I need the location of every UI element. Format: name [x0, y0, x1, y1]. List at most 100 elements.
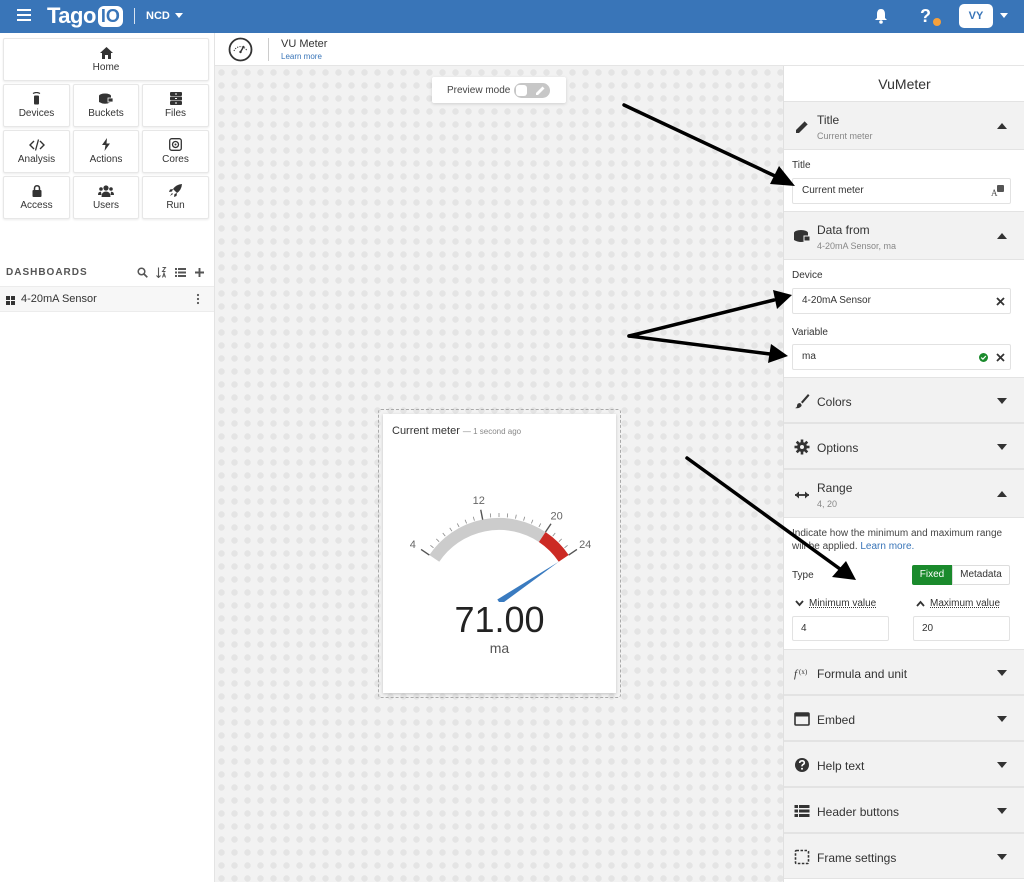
toggle-knob	[516, 85, 527, 96]
sidebar-item-label: Buckets	[88, 107, 124, 119]
search-icon[interactable]	[137, 267, 148, 278]
gauge-minor-tick	[456, 523, 460, 528]
range-description: Indicate how the minimum and maximum ran…	[792, 527, 1017, 553]
chevron-down-icon	[997, 444, 1007, 450]
section-frame-settings[interactable]: Frame settings	[784, 833, 1024, 879]
variable-field-label: Variable	[792, 327, 828, 338]
vu-meter-icon	[228, 37, 253, 62]
sidebar-item-run[interactable]: Run	[142, 176, 209, 219]
sidebar-item-devices[interactable]: Devices	[3, 84, 70, 127]
sidebar-item-users[interactable]: Users	[73, 176, 139, 219]
dashboard-item-4-20ma-sensor[interactable]: 4-20mA Sensor	[0, 286, 214, 312]
sidebar-item-cores[interactable]: Cores	[142, 130, 209, 173]
section-help-text-label: Help text	[817, 759, 865, 773]
range-learn-more-link[interactable]: Learn more.	[860, 541, 914, 552]
section-range-label: Range	[817, 481, 853, 495]
widget-title-text: Current meter	[392, 425, 460, 437]
window-icon	[794, 712, 810, 726]
section-formula-and-unit[interactable]: f (x) Formula and unit	[784, 649, 1024, 695]
section-data-from[interactable]: Data from 4-20mA Sensor, ma	[784, 211, 1024, 260]
chevron-down-icon	[997, 808, 1007, 814]
chevron-up-icon	[997, 491, 1007, 497]
gauge-minor-tick	[538, 523, 542, 528]
logo-text: Tago	[47, 3, 96, 28]
chevron-down-icon	[997, 854, 1007, 860]
close-icon[interactable]	[996, 297, 1005, 306]
title-field[interactable]: Current meter A	[792, 178, 1011, 204]
plus-icon[interactable]	[194, 267, 205, 278]
learn-more-link[interactable]: Learn more	[281, 52, 322, 61]
sidebar-item-label: Run	[166, 200, 185, 211]
sidebar-item-access[interactable]: Access	[3, 176, 70, 219]
sidebar-item-label: Files	[164, 108, 187, 119]
device-field-label: Device	[792, 270, 823, 281]
check-circle-icon	[979, 353, 988, 362]
chevron-down-icon	[997, 398, 1007, 404]
sidebar-item-files[interactable]: Files	[142, 84, 209, 127]
minimum-value-input[interactable]: 4	[792, 616, 889, 641]
section-options-label: Options	[817, 441, 859, 455]
bell-icon[interactable]	[874, 8, 888, 24]
sidebar-item-actions[interactable]: Actions	[73, 130, 139, 173]
sort-icon[interactable]	[156, 267, 167, 278]
section-embed[interactable]: Embed	[784, 695, 1024, 741]
gauge-minor-tick	[523, 516, 526, 521]
sidebar-item-home[interactable]: Home	[3, 38, 209, 81]
pencil-icon	[796, 120, 809, 133]
title-field-value: Current meter	[802, 185, 864, 196]
chevron-down-icon	[997, 762, 1007, 768]
minimum-value-toggle[interactable]: Minimum value	[795, 598, 876, 609]
user-avatar[interactable]: VY	[959, 4, 993, 28]
section-help-text[interactable]: Help text	[784, 741, 1024, 787]
org-name: NCD	[146, 10, 170, 22]
hamburger-menu-icon[interactable]	[17, 9, 31, 21]
section-colors[interactable]: Colors	[784, 377, 1024, 423]
section-data-from-sub: 4-20mA Sensor, ma	[817, 241, 897, 251]
chevron-down-icon[interactable]	[1000, 13, 1008, 19]
preview-mode-label: Preview mode	[447, 85, 511, 96]
translate-icon[interactable]: A	[991, 185, 1004, 197]
variable-field-value: ma	[802, 351, 816, 362]
section-range[interactable]: Range 4, 20	[784, 469, 1024, 518]
sidebar-item-buckets[interactable]: Buckets	[73, 84, 139, 127]
sidebar-item-label: Analysis	[17, 153, 56, 165]
vu-meter-widget[interactable]: Current meter — 1 second ago 4 12 20 24 7…	[383, 414, 616, 693]
range-type-metadata-button[interactable]: Metadata	[952, 565, 1010, 585]
maximum-value-input[interactable]: 20	[913, 616, 1010, 641]
section-title[interactable]: Title Current meter	[784, 101, 1024, 150]
sidebar-item-analysis[interactable]: Analysis	[3, 130, 70, 173]
close-icon[interactable]	[996, 353, 1005, 362]
gauge-needle	[497, 561, 559, 602]
svg-text:(x): (x)	[799, 668, 808, 676]
sidebar-item-label: Users	[92, 199, 120, 211]
widget-timestamp: — 1 second ago	[462, 427, 522, 436]
maximum-value-label: Maximum value	[930, 598, 1001, 609]
section-range-sub: 4, 20	[817, 499, 838, 509]
gauge-minor-tick	[464, 519, 467, 524]
users-icon	[98, 184, 114, 197]
preview-mode-toggle[interactable]	[514, 83, 550, 98]
list-icon[interactable]	[175, 267, 186, 278]
help-button[interactable]: ?	[920, 6, 931, 27]
widget-selection-frame[interactable]: Current meter — 1 second ago 4 12 20 24 7…	[378, 409, 621, 698]
gauge-minor-tick	[442, 532, 446, 537]
range-type-fixed-button[interactable]: Fixed	[912, 565, 952, 585]
gauge-minor-tick	[558, 538, 562, 542]
device-field-value: 4-20mA Sensor	[802, 295, 871, 306]
maximum-value-toggle[interactable]: Maximum value	[916, 598, 1000, 609]
tago-logo[interactable]: Tago IO	[47, 3, 123, 29]
list-icon	[794, 805, 810, 817]
bolt-icon	[102, 138, 110, 151]
vu-gauge: 4 12 20 24	[410, 495, 591, 602]
gauge-major-tick	[568, 548, 578, 556]
org-selector[interactable]: NCD	[146, 10, 183, 22]
variable-field[interactable]: ma	[792, 344, 1011, 370]
cores-icon	[169, 138, 182, 151]
more-vertical-icon[interactable]	[196, 293, 200, 305]
section-options[interactable]: Options	[784, 423, 1024, 469]
pencil-icon	[536, 86, 545, 95]
section-header-buttons[interactable]: Header buttons	[784, 787, 1024, 833]
title-field-label: Title	[792, 160, 811, 171]
device-field[interactable]: 4-20mA Sensor	[792, 288, 1011, 314]
rocket-icon	[169, 184, 182, 197]
